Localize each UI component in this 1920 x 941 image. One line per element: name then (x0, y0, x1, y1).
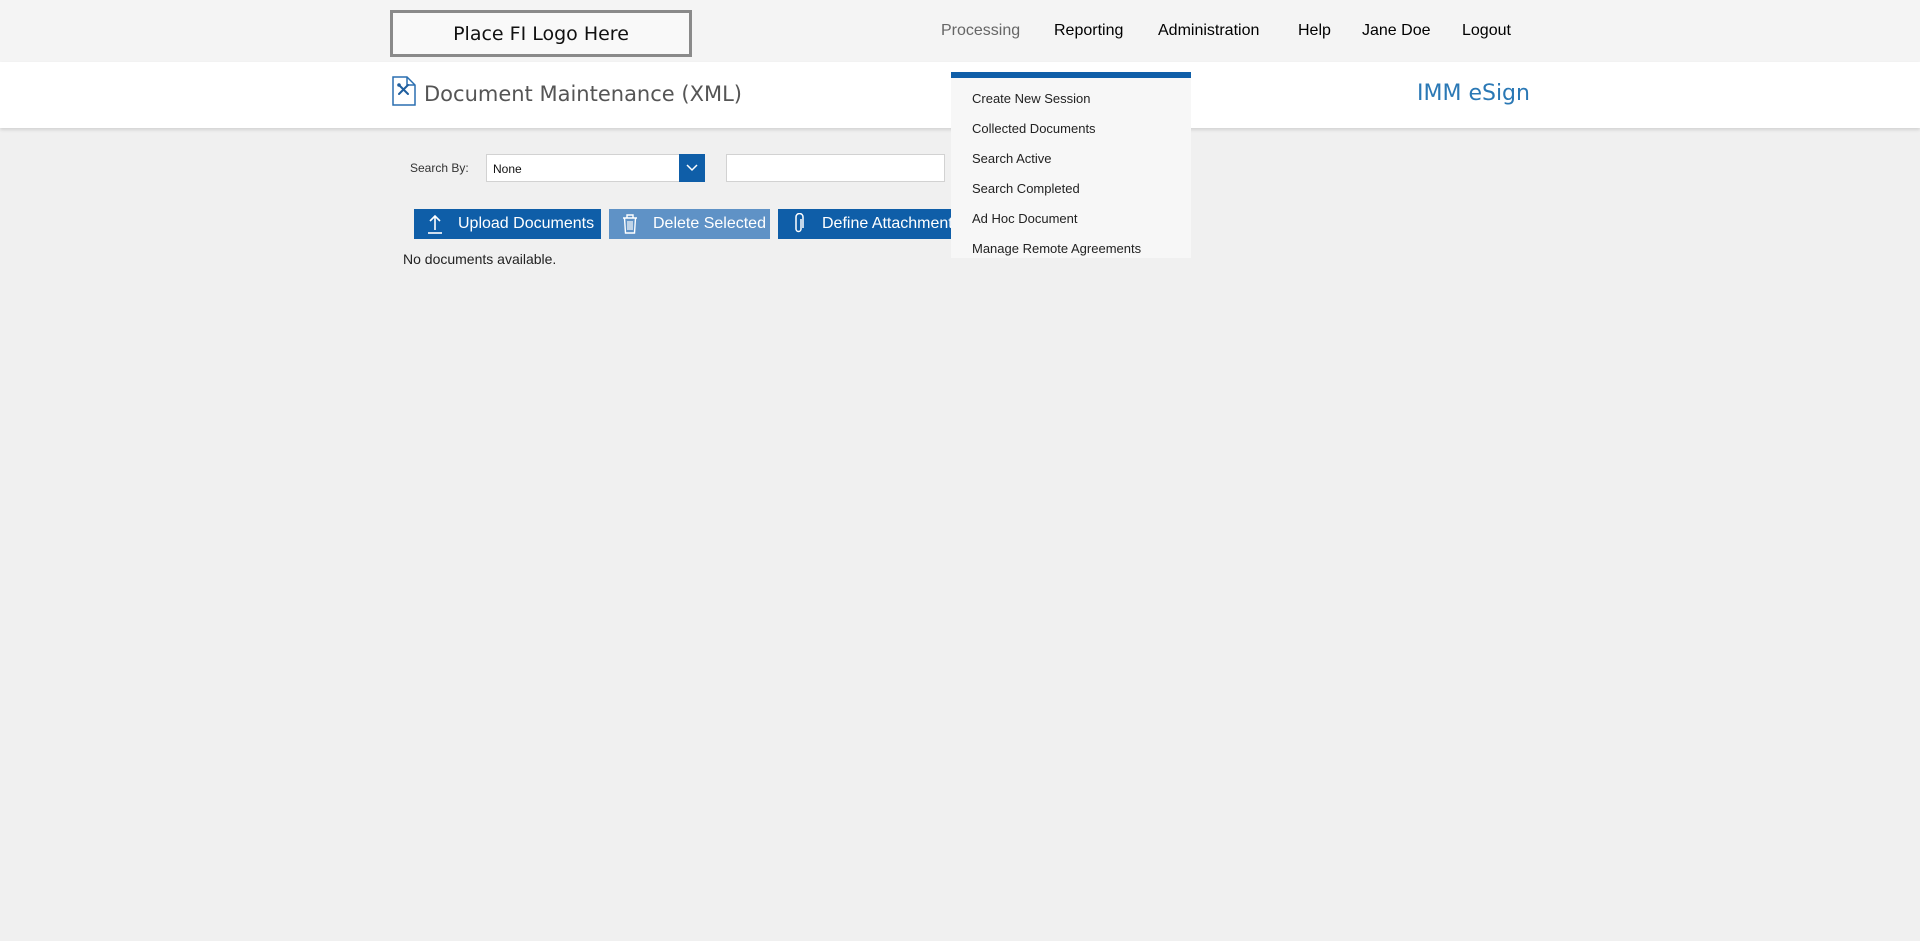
menu-item-create-new-session[interactable]: Create New Session (972, 91, 1091, 106)
search-by-selected-value: None (493, 162, 522, 176)
nav-logout[interactable]: Logout (1462, 22, 1511, 40)
nav-processing[interactable]: Processing (941, 22, 1020, 40)
menu-item-collected-documents[interactable]: Collected Documents (972, 121, 1096, 136)
chevron-down-icon[interactable] (679, 154, 705, 182)
search-input[interactable] (726, 154, 945, 182)
menu-item-manage-remote-agreements[interactable]: Manage Remote Agreements (972, 241, 1141, 256)
page-title: Document Maintenance (XML) (424, 82, 742, 106)
nav-user-name[interactable]: Jane Doe (1362, 22, 1431, 40)
upload-documents-button[interactable]: Upload Documents (414, 209, 601, 239)
search-by-select[interactable]: None (486, 154, 705, 182)
trash-icon (619, 212, 641, 236)
delete-selected-button[interactable]: Delete Selected (609, 209, 770, 239)
processing-dropdown-menu: Create New Session Collected Documents S… (951, 72, 1191, 258)
fi-logo-placeholder[interactable]: Place FI Logo Here (390, 10, 692, 57)
logo-text: Place FI Logo Here (453, 22, 629, 45)
menu-item-search-active[interactable]: Search Active (972, 151, 1052, 166)
top-navigation-bar: Place FI Logo Here Processing Reporting … (0, 0, 1920, 62)
empty-documents-message: No documents available. (403, 251, 557, 267)
document-tools-icon (392, 76, 416, 106)
upload-arrow-icon (424, 212, 446, 236)
define-attachment-button[interactable]: Define Attachment (778, 209, 953, 239)
menu-item-ad-hoc-document[interactable]: Ad Hoc Document (972, 211, 1078, 226)
upload-documents-label: Upload Documents (458, 215, 595, 232)
nav-administration[interactable]: Administration (1158, 22, 1259, 40)
search-by-label: Search By: (410, 161, 469, 175)
delete-selected-label: Delete Selected (653, 215, 766, 232)
nav-help[interactable]: Help (1298, 22, 1331, 40)
paperclip-icon (788, 212, 810, 236)
nav-reporting[interactable]: Reporting (1054, 22, 1123, 40)
app-name: IMM eSign (1417, 81, 1530, 106)
menu-item-search-completed[interactable]: Search Completed (972, 181, 1080, 196)
define-attachment-label: Define Attachment (822, 215, 953, 232)
